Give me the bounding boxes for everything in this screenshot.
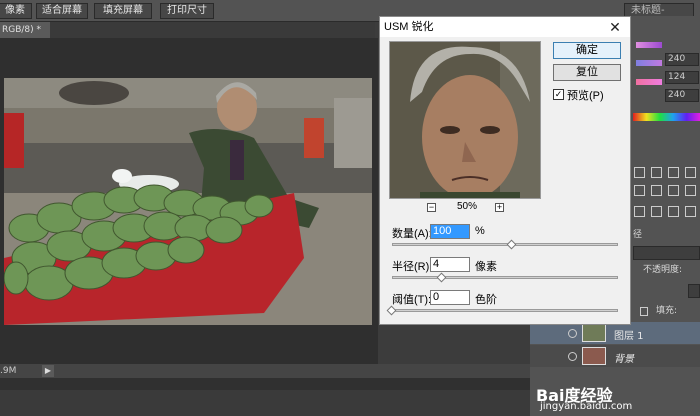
visibility-eye-icon[interactable] [568,329,577,338]
amount-label: 数量(A): [392,228,432,240]
amount-unit: % [475,225,485,237]
exposure-icon[interactable] [668,167,679,178]
threshold-label: 阈值(T): [392,294,432,306]
layer-row[interactable]: 图层 1 [530,322,700,344]
status-bar [0,364,530,378]
fill-label: 填充: [656,306,678,316]
fit-screen-button[interactable]: 适合屏幕 [36,3,88,19]
reset-button[interactable]: 复位 [553,64,621,81]
zoom-in-icon[interactable]: + [495,203,504,212]
unsharp-mask-dialog: USM 锐化 ✕ 确定 复位 ✓ 预览(P) − 50% + 数量(A): 10… [379,16,631,325]
visibility-eye-icon[interactable] [568,352,577,361]
photo-filter-icon[interactable] [685,185,696,196]
amount-slider-thumb[interactable] [506,239,517,250]
radius-slider[interactable] [392,276,618,279]
slider-b[interactable] [636,79,662,85]
color-ramp[interactable] [633,113,700,121]
watermark-url: jingyan.baidu.com [540,401,633,412]
opacity-label: 不透明度: [643,265,683,275]
document-tab[interactable]: RGB/8) * × [0,22,50,51]
dialog-title: USM 锐化 [380,17,630,37]
preview-checkbox[interactable]: ✓ [553,89,564,100]
layer-thumbnail [582,324,606,342]
amount-slider[interactable] [392,243,618,246]
layer-row[interactable]: 背景 [530,345,700,367]
radius-unit: 像素 [475,261,497,273]
vibrance-icon[interactable] [685,167,696,178]
layer-thumbnail [582,347,606,365]
close-icon[interactable]: ✕ [606,19,624,35]
zoom-percent: 50% [457,201,478,212]
posterize-icon[interactable] [651,206,662,217]
bottom-panel [0,390,530,416]
threshold-slider-thumb[interactable] [386,305,397,316]
filter-preview[interactable] [389,41,541,199]
fill-screen-button[interactable]: 填充屏幕 [94,3,152,19]
threshold-input[interactable]: 0 [430,290,470,305]
amount-input[interactable]: 100 [430,224,470,239]
color-value-3[interactable]: 240 [665,89,699,102]
hue-icon[interactable] [634,185,645,196]
color-value-2[interactable]: 124 [665,71,699,84]
document-photo [4,78,372,325]
radius-slider-thumb[interactable] [436,272,447,283]
balance-icon[interactable] [651,185,662,196]
horizontal-scrollbar[interactable] [0,378,530,390]
gradient-map-icon[interactable] [685,206,696,217]
layer-name[interactable]: 背景 [614,350,634,365]
threshold-unit: 色阶 [475,294,497,306]
slider-r[interactable] [636,42,662,48]
radius-input[interactable]: 4 [430,257,470,272]
document-size: .9M [0,366,17,376]
bw-icon[interactable] [668,185,679,196]
threshold-icon[interactable] [668,206,679,217]
color-value-1[interactable]: 240 [665,53,699,66]
preview-label: 预览(P) [567,90,604,102]
ok-button[interactable]: 确定 [553,42,621,59]
lock-icon[interactable] [640,307,648,316]
zoom-out-icon[interactable]: − [427,203,436,212]
lock-checkbox[interactable] [688,284,700,298]
radius-label: 半径(R): [392,261,433,273]
print-size-button[interactable]: 打印尺寸 [160,3,214,19]
slider-g[interactable] [636,60,662,66]
layer-name[interactable]: 图层 1 [614,327,644,342]
threshold-slider[interactable] [392,309,618,312]
tab-bar [0,22,375,38]
paths-tab[interactable]: 径 [633,229,642,241]
curves-icon[interactable] [651,167,662,178]
levels-icon[interactable] [634,167,645,178]
status-menu-arrow-icon[interactable]: ▶ [42,365,54,377]
invert-icon[interactable] [634,206,645,217]
actual-pixels-button[interactable]: 像素 [0,3,32,19]
blend-mode-select[interactable] [633,246,700,260]
